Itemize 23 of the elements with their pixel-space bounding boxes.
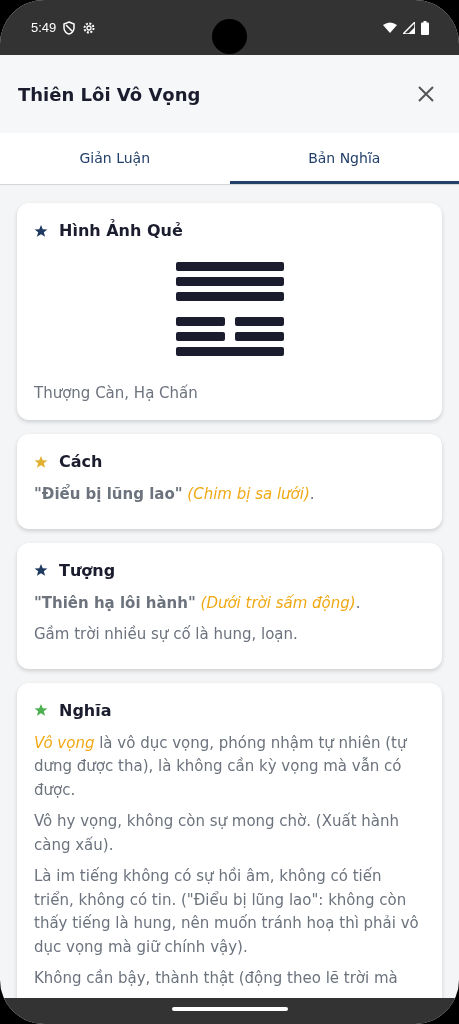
gear-icon <box>82 20 97 35</box>
paragraph: "Điểu bị lũng lao" (Chim bị sa lưới). <box>34 483 316 505</box>
trigram-caption: Thượng Càn, Hạ Chấn <box>34 384 199 402</box>
shield-icon <box>62 20 77 35</box>
paragraph: Gầm trời nhiều sự cố là hung, loạn. <box>34 624 299 645</box>
screen-title: Thiên Lôi Vô Vọng <box>18 83 201 105</box>
paragraph: Vô vọng là vô dục vọng, phóng nhậm tự nhiên (tự dưng được tha), là không cần kỳ vọng mà vẫn có được. <box>34 732 408 801</box>
home-handle[interactable] <box>171 1007 288 1011</box>
card-title: Hình Ảnh Quẻ <box>59 221 183 240</box>
paragraph: "Thiên hạ lôi hành" (Dưới trời sấm động). <box>34 592 362 614</box>
camera-cutout <box>212 19 247 54</box>
card-title: Nghĩa <box>59 700 112 720</box>
paragraph: Không cần bậy, thành thật (động theo lẽ trời mà <box>34 968 399 989</box>
paragraph: Là im tiếng không có sự hồi âm, không có tiến triển, không có tin. ("Điểu bị lũng lao": không còn thấy tiếng là hung, nên muốn tránh hoạ thì phải vô dục vọng mà giữ chính vậy). <box>34 866 420 958</box>
card-title: Tượng <box>59 560 116 580</box>
paragraph: Vô hy vọng, không còn sự mong chờ. (Xuất hành càng xấu). <box>34 811 400 856</box>
wifi-icon <box>383 21 397 34</box>
clock: 5:49 <box>31 20 57 35</box>
card-title: Cách <box>59 452 103 471</box>
battery-icon <box>421 20 429 35</box>
tab[interactable]: Giản Luận <box>0 133 230 184</box>
signal-icon <box>403 21 415 34</box>
tab[interactable]: Bản Nghĩa <box>229 133 459 184</box>
